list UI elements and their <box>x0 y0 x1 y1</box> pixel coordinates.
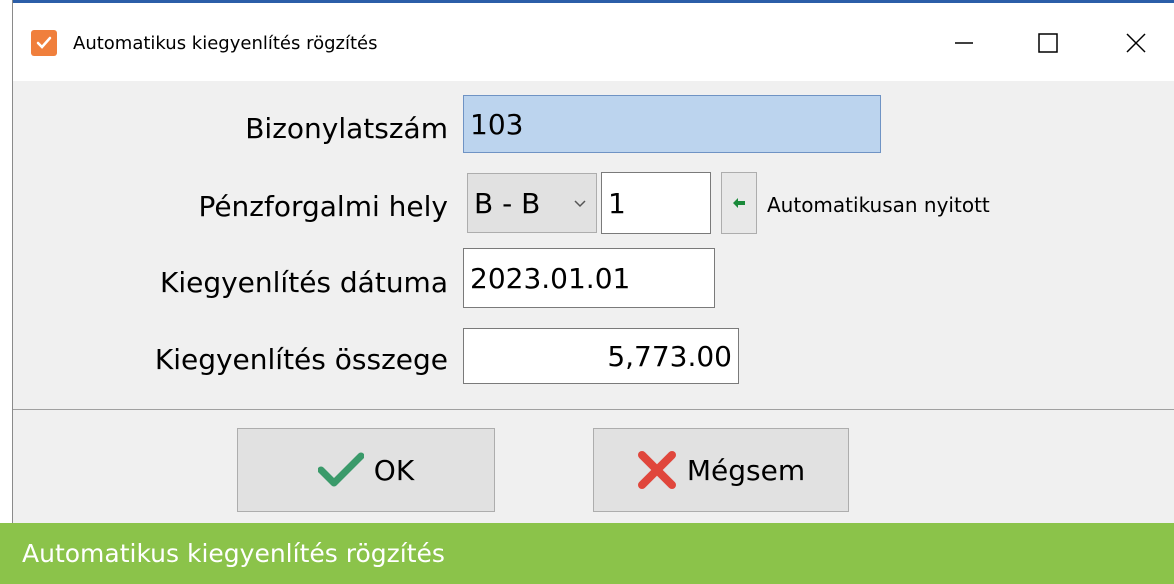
date-input[interactable]: 2023.01.01 <box>463 248 715 308</box>
amount-input[interactable]: 5,773.00 <box>463 328 739 384</box>
cash-place-combo-value: B - B <box>474 186 541 220</box>
close-icon <box>1126 33 1146 53</box>
amount-label: Kiegyenlítés összege <box>154 343 448 376</box>
amount-value: 5,773.00 <box>607 339 732 373</box>
cash-place-combo[interactable]: B - B <box>467 173 597 233</box>
arrow-left-icon <box>733 198 745 208</box>
auto-open-button[interactable] <box>721 172 757 234</box>
dialog-window: Automatikus kiegyenlítés rögzítés Bizony… <box>12 0 1174 523</box>
date-label: Kiegyenlítés dátuma <box>159 266 448 299</box>
close-button[interactable] <box>1113 23 1159 63</box>
cancel-button-label: Mégsem <box>686 453 806 487</box>
cross-icon <box>637 451 676 489</box>
cash-place-status: Automatikusan nyitott <box>767 193 990 217</box>
minimize-icon <box>955 42 973 44</box>
cash-place-label: Pénzforgalmi hely <box>198 190 448 223</box>
window-title: Automatikus kiegyenlítés rögzítés <box>73 33 378 54</box>
cash-place-number-input[interactable]: 1 <box>601 172 711 234</box>
chevron-down-icon <box>574 200 586 208</box>
cancel-button[interactable]: Mégsem <box>593 428 849 512</box>
ok-button-label: OK <box>373 453 415 487</box>
date-value: 2023.01.01 <box>470 261 631 295</box>
checkbox-icon <box>31 30 57 56</box>
doc-number-label: Bizonylatszám <box>245 112 448 145</box>
minimize-button[interactable] <box>941 23 987 63</box>
maximize-icon <box>1038 33 1058 53</box>
title-bar: Automatikus kiegyenlítés rögzítés <box>13 3 1174 81</box>
ok-button[interactable]: OK <box>237 428 495 512</box>
caption-bar: Automatikus kiegyenlítés rögzítés <box>0 523 1174 584</box>
caption-text: Automatikus kiegyenlítés rögzítés <box>22 539 445 568</box>
cash-place-number-value: 1 <box>608 186 626 220</box>
doc-number-input[interactable]: 103 <box>463 95 881 153</box>
button-separator <box>13 409 1174 410</box>
maximize-button[interactable] <box>1025 23 1071 63</box>
doc-number-value: 103 <box>470 107 524 141</box>
checkmark-icon <box>317 452 364 487</box>
